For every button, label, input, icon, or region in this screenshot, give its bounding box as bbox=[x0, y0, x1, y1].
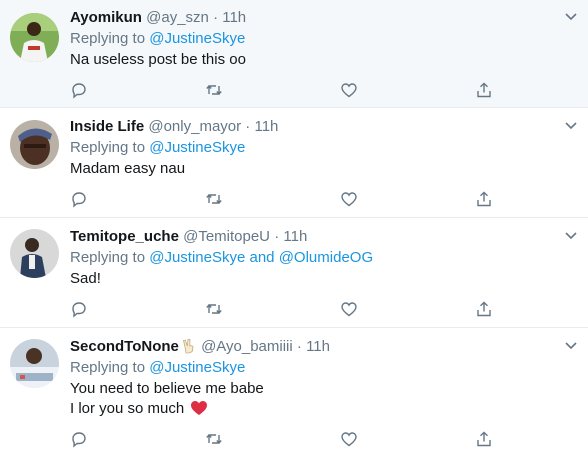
tweet[interactable]: SecondToNone @Ayo_bamiiii · 11h Replying… bbox=[0, 328, 588, 457]
replying-to: Replying to @JustineSkye bbox=[70, 138, 558, 158]
tweet-text: You need to believe me babe I lor you so… bbox=[70, 379, 558, 419]
author-name[interactable]: Temitope_uche bbox=[70, 228, 179, 245]
tweet-header: Ayomikun @ay_szn · 11h bbox=[70, 8, 558, 28]
reply-icon bbox=[72, 432, 86, 448]
reply-icon bbox=[72, 192, 86, 208]
tweet-text-line: You need to believe me babe bbox=[70, 380, 264, 397]
avatar[interactable] bbox=[10, 120, 59, 169]
chevron-down-icon[interactable] bbox=[564, 121, 578, 131]
author-name[interactable]: Ayomikun bbox=[70, 9, 142, 26]
retweet-icon bbox=[206, 433, 222, 445]
heart-icon bbox=[341, 432, 357, 447]
timestamp[interactable]: 11h bbox=[254, 118, 278, 135]
mention-link[interactable]: @JustineSkye bbox=[149, 139, 245, 156]
replying-to-label: Replying to bbox=[70, 249, 146, 266]
tweet-text-line: Sad! bbox=[70, 270, 101, 287]
chevron-down-icon[interactable] bbox=[564, 231, 578, 241]
mention-link[interactable]: @JustineSkye bbox=[149, 249, 245, 266]
action-bar bbox=[68, 298, 508, 320]
author-handle[interactable]: @TemitopeU bbox=[183, 228, 270, 245]
timestamp[interactable]: 11h bbox=[306, 338, 330, 355]
reply-button[interactable] bbox=[68, 298, 90, 320]
replying-to-label: Replying to bbox=[70, 139, 146, 156]
share-icon bbox=[477, 82, 491, 98]
separator-dot: · bbox=[274, 228, 280, 245]
share-icon bbox=[477, 191, 491, 207]
avatar[interactable] bbox=[10, 229, 59, 278]
avatar[interactable] bbox=[10, 339, 59, 388]
mention-conjunction: and bbox=[249, 249, 275, 266]
separator-dot: · bbox=[213, 9, 219, 26]
tweet-header: SecondToNone @Ayo_bamiiii · 11h bbox=[70, 337, 558, 357]
tweet[interactable]: Inside Life @only_mayor · 11h Replying t… bbox=[0, 108, 588, 218]
share-button[interactable] bbox=[473, 79, 495, 101]
tweet-text-line: Na useless post be this oo bbox=[70, 51, 246, 68]
like-button[interactable] bbox=[338, 188, 360, 210]
share-button[interactable] bbox=[473, 188, 495, 210]
separator-dot: · bbox=[245, 118, 251, 135]
author-name[interactable]: SecondToNone bbox=[70, 338, 179, 355]
reply-button[interactable] bbox=[68, 79, 90, 101]
reply-button[interactable] bbox=[68, 188, 90, 210]
replying-to: Replying to @JustineSkye bbox=[70, 29, 558, 49]
author-handle[interactable]: @Ayo_bamiiii bbox=[201, 338, 293, 355]
replying-to: Replying to @JustineSkye and @OlumideOG bbox=[70, 248, 558, 268]
tweet-feed: Ayomikun @ay_szn · 11h Replying to @Just… bbox=[0, 0, 588, 457]
action-bar bbox=[68, 79, 508, 101]
action-bar bbox=[68, 428, 508, 450]
retweet-button[interactable] bbox=[203, 79, 225, 101]
author-handle[interactable]: @only_mayor bbox=[148, 118, 241, 135]
share-button[interactable] bbox=[473, 428, 495, 450]
retweet-icon bbox=[206, 84, 222, 96]
red-heart-emoji bbox=[191, 401, 208, 415]
retweet-icon bbox=[206, 193, 222, 205]
author-handle[interactable]: @ay_szn bbox=[146, 9, 209, 26]
replying-to-label: Replying to bbox=[70, 30, 146, 47]
tweet-text: Madam easy nau bbox=[70, 159, 558, 179]
like-button[interactable] bbox=[338, 79, 360, 101]
like-button[interactable] bbox=[338, 428, 360, 450]
retweet-button[interactable] bbox=[203, 298, 225, 320]
tweet-text: Sad! bbox=[70, 269, 558, 289]
tweet-text-line: Madam easy nau bbox=[70, 160, 186, 177]
chevron-down-icon[interactable] bbox=[564, 341, 578, 351]
timestamp[interactable]: 11h bbox=[222, 9, 246, 26]
chevron-down-icon[interactable] bbox=[564, 12, 578, 22]
share-button[interactable] bbox=[473, 298, 495, 320]
reply-button[interactable] bbox=[68, 428, 90, 450]
mention-link[interactable]: @JustineSkye bbox=[149, 359, 245, 376]
heart-icon bbox=[341, 302, 357, 317]
tweet[interactable]: Ayomikun @ay_szn · 11h Replying to @Just… bbox=[0, 0, 588, 108]
share-icon bbox=[477, 301, 491, 317]
replying-to: Replying to @JustineSkye bbox=[70, 358, 558, 378]
avatar[interactable] bbox=[10, 13, 59, 62]
mention-link[interactable]: @JustineSkye bbox=[149, 30, 245, 47]
reply-icon bbox=[72, 83, 86, 99]
replying-to-label: Replying to bbox=[70, 359, 146, 376]
tweet-header: Temitope_uche @TemitopeU · 11h bbox=[70, 227, 558, 247]
tweet-text-line: I lor you so much bbox=[70, 400, 185, 417]
tweet[interactable]: Temitope_uche @TemitopeU · 11h Replying … bbox=[0, 218, 588, 328]
action-bar bbox=[68, 188, 508, 210]
heart-icon bbox=[341, 192, 357, 207]
tweet-header: Inside Life @only_mayor · 11h bbox=[70, 117, 558, 137]
separator-dot: · bbox=[296, 338, 302, 355]
tweet-text: Na useless post be this oo bbox=[70, 50, 558, 70]
like-button[interactable] bbox=[338, 298, 360, 320]
author-name[interactable]: Inside Life bbox=[70, 118, 144, 135]
victory-hand-emoji bbox=[182, 339, 194, 354]
retweet-button[interactable] bbox=[203, 188, 225, 210]
retweet-button[interactable] bbox=[203, 428, 225, 450]
timestamp[interactable]: 11h bbox=[283, 228, 307, 245]
reply-icon bbox=[72, 302, 86, 318]
mention-link[interactable]: @OlumideOG bbox=[279, 249, 373, 266]
tweet-text-line-wrap: I lor you so much bbox=[70, 399, 558, 419]
retweet-icon bbox=[206, 303, 222, 315]
heart-icon bbox=[341, 83, 357, 98]
share-icon bbox=[477, 431, 491, 447]
